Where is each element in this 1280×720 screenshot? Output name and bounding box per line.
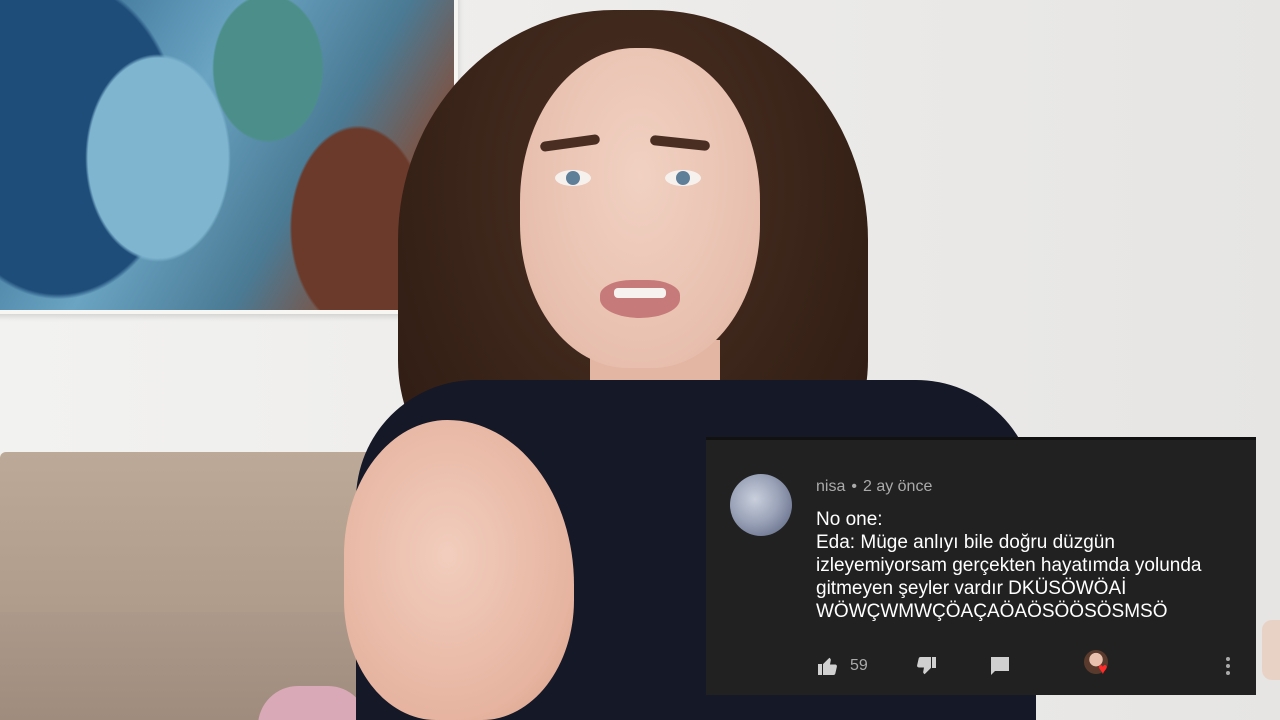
presenter-mouth [600, 280, 680, 318]
edge-peek [1262, 620, 1280, 680]
like-button[interactable]: 59 [816, 654, 868, 678]
more-vert-icon [1226, 671, 1230, 675]
thumbs-down-icon [917, 657, 936, 675]
presenter-eye [665, 170, 701, 186]
comment-time[interactable]: 2 ay önce [863, 478, 932, 495]
reply-icon [991, 657, 1009, 675]
thumbs-up-icon [818, 657, 837, 675]
reply-button[interactable] [988, 654, 1012, 678]
commenter-avatar[interactable] [730, 474, 792, 536]
creator-heart-icon: ♥ [1098, 661, 1108, 678]
meta-separator: • [851, 478, 857, 495]
dislike-button[interactable] [914, 654, 938, 678]
comment-actions: 59 ♥ [816, 650, 1241, 678]
presenter-face [520, 48, 760, 368]
comment-author[interactable]: nisa [816, 478, 845, 495]
more-options-button[interactable] [1216, 654, 1240, 678]
like-count: 59 [850, 657, 868, 674]
more-vert-icon [1226, 664, 1230, 668]
more-vert-icon [1226, 657, 1230, 661]
creator-hearted-badge: ♥ [1084, 650, 1114, 680]
youtube-comment-card: nisa • 2 ay önce No one: Eda: Müge anlıyı … [706, 437, 1256, 695]
comment-text: No one: Eda: Müge anlıyı bile doğru düzg… [816, 509, 1202, 622]
comment-meta: nisa • 2 ay önce [816, 478, 932, 496]
presenter-eye [555, 170, 591, 186]
